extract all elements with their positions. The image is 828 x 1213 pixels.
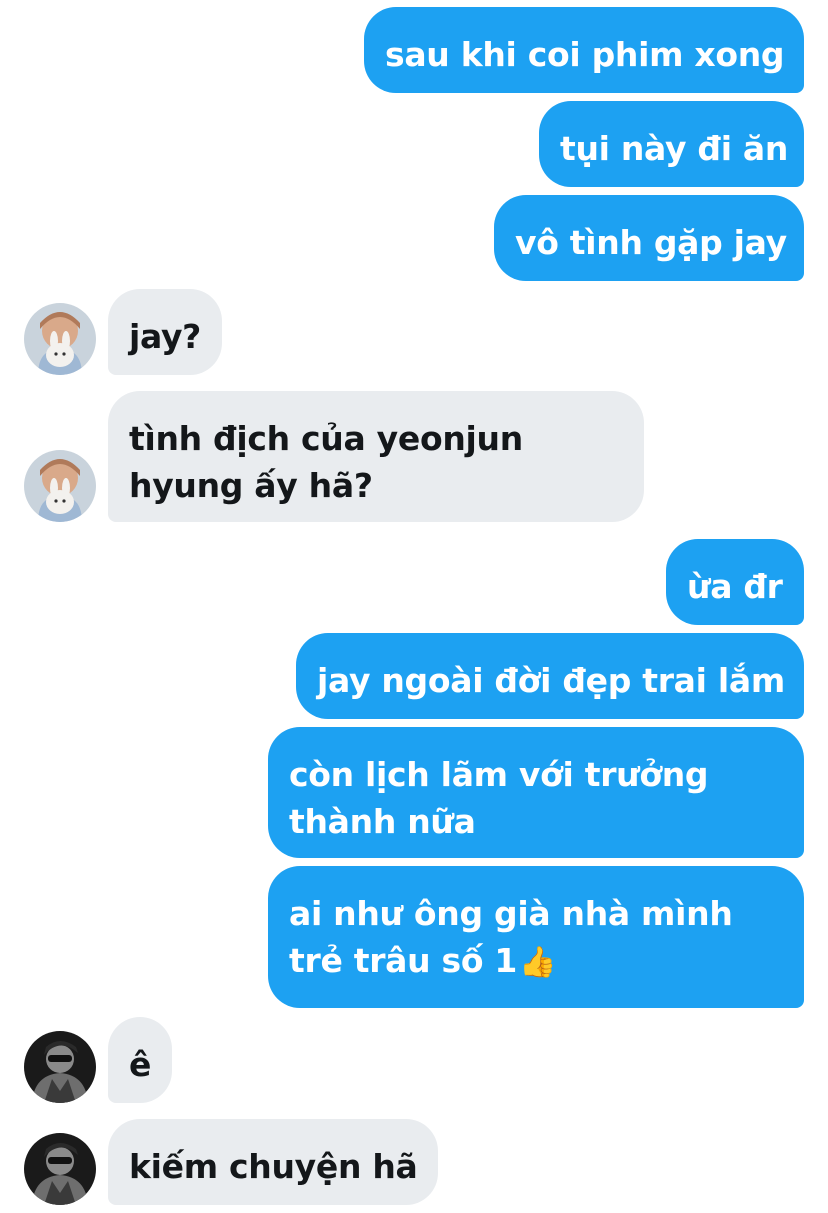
message-bubble-outgoing[interactable]: sau khi coi phim xong [364, 7, 804, 93]
contact-avatar[interactable] [24, 450, 96, 522]
message-bubble-outgoing[interactable]: ai như ông già nhà mình trẻ trâu số 1👍 [268, 866, 804, 1008]
message-text-line: tình địch của yeonjun [129, 419, 523, 458]
message-text-line: ai như ông già nhà mình [289, 894, 733, 933]
message-bubble-incoming[interactable]: jay? [108, 289, 222, 375]
message-bubble-outgoing[interactable]: tụi này đi ăn [539, 101, 804, 187]
message-text: jay? [129, 317, 202, 356]
message-text: kiếm chuyện hã [129, 1147, 418, 1186]
message-text-line: hyung ấy hã? [129, 466, 373, 505]
thumbs-up-icon: 👍 [519, 945, 557, 980]
message-bubble-incoming[interactable]: tình địch của yeonjun hyung ấy hã? [108, 391, 644, 522]
message-text: sau khi coi phim xong [385, 35, 785, 74]
message-text: trẻ trâu số 1 [289, 941, 518, 980]
message-bubble-outgoing[interactable]: jay ngoài đời đẹp trai lắm [296, 633, 804, 719]
message-text-line: thành nữa [289, 802, 476, 841]
message-text: vô tình gặp jay [515, 223, 787, 262]
contact-avatar[interactable] [24, 303, 96, 375]
message-bubble-outgoing[interactable]: vô tình gặp jay [494, 195, 804, 281]
message-text: ừa đr [687, 567, 783, 606]
message-text-line: còn lịch lãm với trưởng [289, 755, 709, 794]
message-text: jay ngoài đời đẹp trai lắm [317, 661, 785, 700]
message-bubble-incoming[interactable]: kiếm chuyện hã [108, 1119, 438, 1205]
message-text: tụi này đi ăn [560, 129, 789, 168]
person-monochrome-avatar-icon [24, 1133, 96, 1205]
contact-avatar[interactable] [24, 1031, 96, 1103]
contact-avatar[interactable] [24, 1133, 96, 1205]
person-with-bunny-avatar-icon [24, 303, 96, 375]
person-monochrome-avatar-icon [24, 1031, 96, 1103]
message-bubble-outgoing[interactable]: ừa đr [666, 539, 804, 625]
person-with-bunny-avatar-icon [24, 450, 96, 522]
message-bubble-outgoing[interactable]: còn lịch lãm với trưởng thành nữa [268, 727, 804, 858]
message-text: ê [129, 1045, 152, 1084]
message-text-line-with-emoji: trẻ trâu số 1👍 [289, 937, 784, 986]
message-bubble-incoming[interactable]: ê [108, 1017, 172, 1103]
